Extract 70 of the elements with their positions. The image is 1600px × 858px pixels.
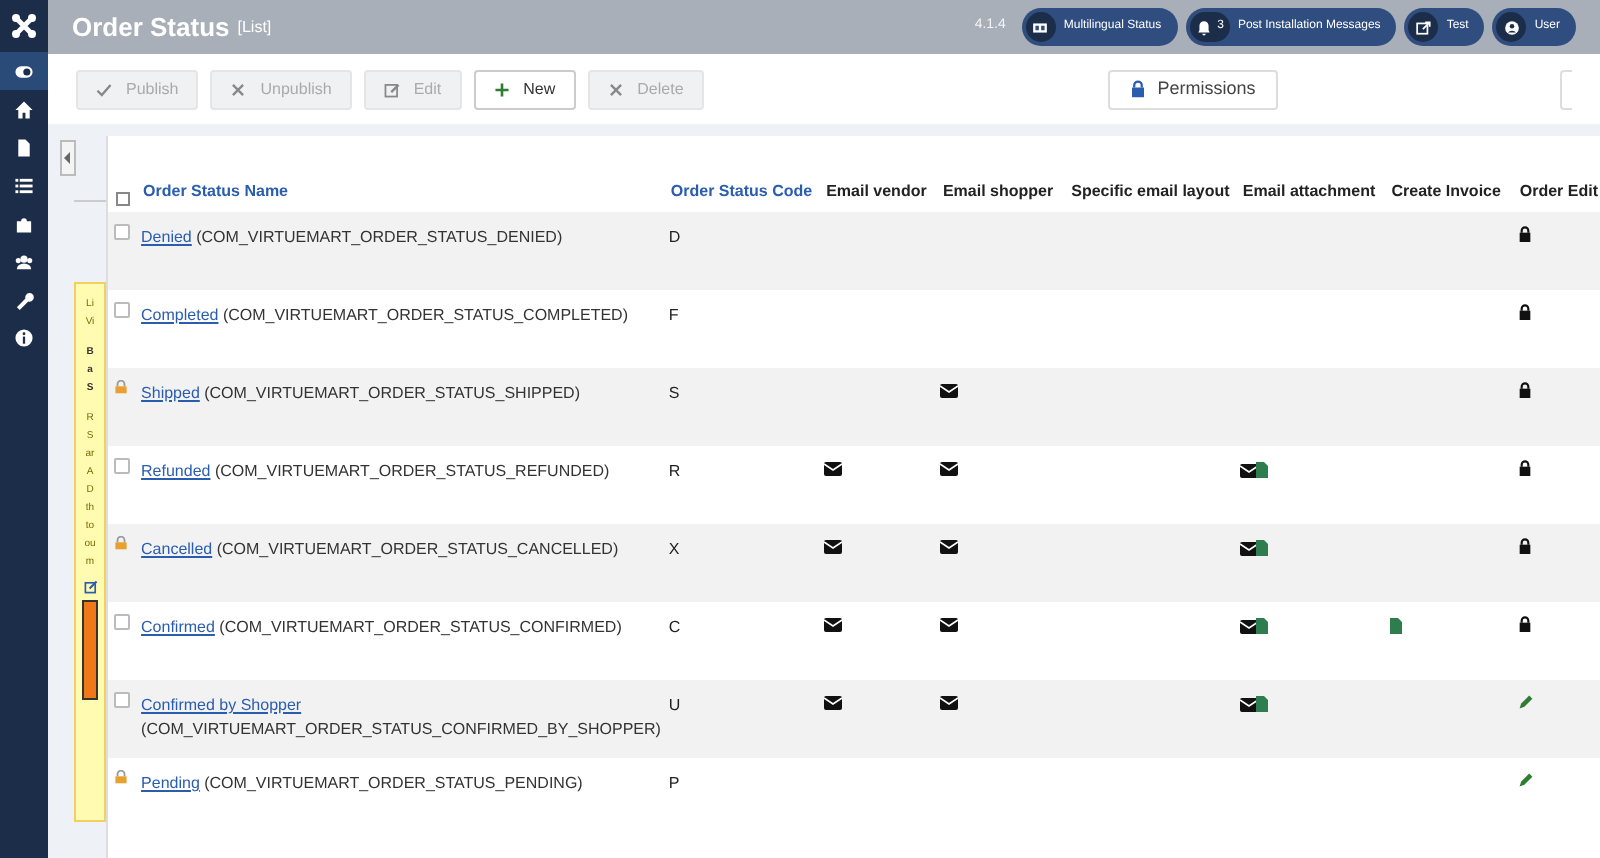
multilingual-icon [1032,19,1049,35]
column-sort-link[interactable]: Order Status Code [670,182,813,200]
toolbar-button: Unpublish [210,69,352,109]
lock-icon [1129,80,1146,98]
column-header: Email shopper [942,182,1054,200]
status-link[interactable]: Refunded [141,462,211,480]
list-icon [14,175,34,195]
status-code: X [668,540,680,558]
row-checkbox[interactable] [114,224,130,240]
page-title: Order Status [72,9,230,46]
plus-icon [493,81,510,97]
status-constant: (COM_VIRTUEMART_ORDER_STATUS_CONFIRMED_BY_SHOPPER) [141,720,661,738]
row-checkbox[interactable] [114,458,130,474]
home-icon [14,99,34,119]
select-all-checkbox[interactable] [116,192,130,206]
row-checkbox[interactable] [114,614,130,630]
column-header: Order Edit [1519,182,1598,200]
collapse-toggle[interactable] [60,140,76,176]
toolbar-button[interactable]: New [473,69,576,109]
status-code: D [668,228,681,246]
toggle-icon [14,61,34,81]
wrench-icon [14,289,34,309]
status-link[interactable]: Completed [141,306,219,324]
column-header: Email attachment [1242,182,1376,200]
status-code: F [668,306,679,324]
toolbar-button: Delete [587,69,704,109]
info-icon [14,327,34,347]
status-constant: (COM_VIRTUEMART_ORDER_STATUS_DENIED) [194,228,563,246]
status-link[interactable]: Cancelled [141,540,213,558]
status-constant: (COM_VIRTUEMART_ORDER_STATUS_SHIPPED) [202,384,580,402]
status-link[interactable]: Confirmed [141,618,215,636]
status-link[interactable]: Pending [141,774,200,792]
warning-block [82,600,98,700]
file-icon [14,137,34,157]
status-constant: (COM_VIRTUEMART_ORDER_STATUS_REFUNDED) [212,462,610,480]
status-link[interactable]: Shipped [141,384,200,402]
status-constant: (COM_VIRTUEMART_ORDER_STATUS_CONFIRMED) [217,618,622,636]
caret-icon [64,152,72,164]
toolbar-button: Edit [363,69,462,109]
status-code: U [668,696,681,714]
close-icon [230,81,247,97]
check-icon [96,81,112,97]
status-code: S [668,384,680,402]
close-icon [607,81,624,97]
status-link[interactable]: Denied [141,228,192,246]
row-checkbox[interactable] [114,692,130,708]
status-code: C [668,618,681,636]
users-icon [14,251,34,271]
column-sort-link[interactable]: Order Status Name [143,182,288,200]
bell-icon [1195,19,1212,35]
column-header: Specific email layout [1071,182,1230,200]
column-header: Create Invoice [1391,182,1501,200]
page-subtitle: [List] [237,15,272,39]
row-checkbox[interactable] [114,302,130,318]
status-code: R [668,462,681,480]
permissions-button[interactable]: Permissions [1107,69,1278,109]
status-code: P [668,774,680,792]
user-icon [1503,19,1520,35]
edit-icon [83,580,97,594]
status-constant: (COM_VIRTUEMART_ORDER_STATUS_PENDING) [202,774,583,792]
status-constant: (COM_VIRTUEMART_ORDER_STATUS_COMPLETED) [220,306,628,324]
status-link[interactable]: Confirmed by Shopper [141,696,302,714]
sidebar-item[interactable] [0,52,48,90]
column-header: Email vendor [826,182,927,200]
edit-icon [383,81,400,97]
toolbar-button: Publish [76,69,199,109]
logo-icon [10,12,38,40]
puzzle-icon [14,213,34,233]
external-icon [1415,19,1432,35]
status-constant: (COM_VIRTUEMART_ORDER_STATUS_CANCELLED) [214,540,619,558]
